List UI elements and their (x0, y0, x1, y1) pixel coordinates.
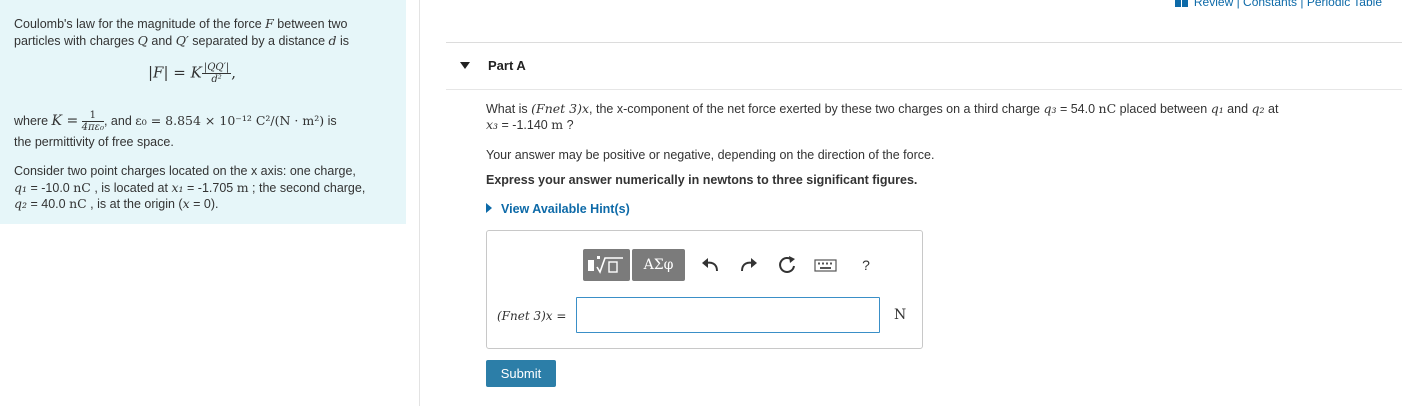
answer-input[interactable] (576, 297, 880, 333)
book-icon (1174, 0, 1188, 8)
keyboard-icon (814, 259, 837, 272)
problem-intro-panel: Coulomb's law for the magnitude of the f… (0, 0, 406, 224)
help-button[interactable]: ? (853, 249, 879, 281)
resource-links[interactable]: Review | Constants | Periodic Table (1174, 0, 1382, 9)
expand-triangle-icon (486, 203, 492, 213)
permittivity-line: where K = 1 4πε₀, and ε₀ = 8.854 × 10⁻¹² … (14, 110, 337, 133)
question-line-1: What is (Fnet 3)x, the x-component of th… (486, 101, 1279, 116)
question-instruction: Express your answer numerically in newto… (486, 173, 918, 187)
keyboard-button[interactable] (811, 249, 841, 281)
permittivity-desc: the permittivity of free space. (14, 135, 174, 149)
unit-label: N (894, 307, 907, 323)
question-line-2: x₃ = -1.140 m ? (486, 117, 574, 132)
redo-icon (741, 258, 757, 272)
intro-line-1: Coulomb's law for the magnitude of the f… (14, 16, 348, 31)
consider-line-3: q₂ = 40.0 nC , is at the origin (x = 0). (14, 196, 219, 211)
view-hints-label[interactable]: View Available Hint(s) (501, 202, 630, 216)
undo-button[interactable] (698, 249, 724, 281)
templates-icon (588, 256, 623, 274)
undo-icon (702, 258, 718, 272)
reset-icon (779, 256, 795, 273)
part-title: Part A (488, 58, 526, 73)
greek-symbols-button[interactable]: ΑΣφ (632, 249, 685, 281)
submit-button[interactable]: Submit (486, 360, 556, 387)
answer-variable-label: (Fnet 3)x = (497, 309, 567, 323)
answer-box: ΑΣφ ? (Fnet 3)x = N (486, 230, 923, 349)
intro-line-2: particles with charges Q and Q′ separate… (14, 33, 350, 48)
panel-divider (419, 0, 420, 406)
reset-button[interactable] (775, 249, 801, 281)
coulomb-formula: |F| = K |QQ′| d², (148, 62, 237, 85)
question-note: Your answer may be positive or negative,… (486, 148, 935, 162)
collapse-caret-icon[interactable] (460, 62, 470, 69)
redo-button[interactable] (735, 249, 761, 281)
templates-button[interactable] (583, 249, 630, 281)
view-hints-link[interactable]: View Available Hint(s) (486, 202, 630, 216)
part-a-header[interactable]: Part A (446, 42, 1402, 90)
consider-line-1: Consider two point charges located on th… (14, 164, 356, 178)
resource-links-text[interactable]: Review | Constants | Periodic Table (1194, 0, 1382, 9)
